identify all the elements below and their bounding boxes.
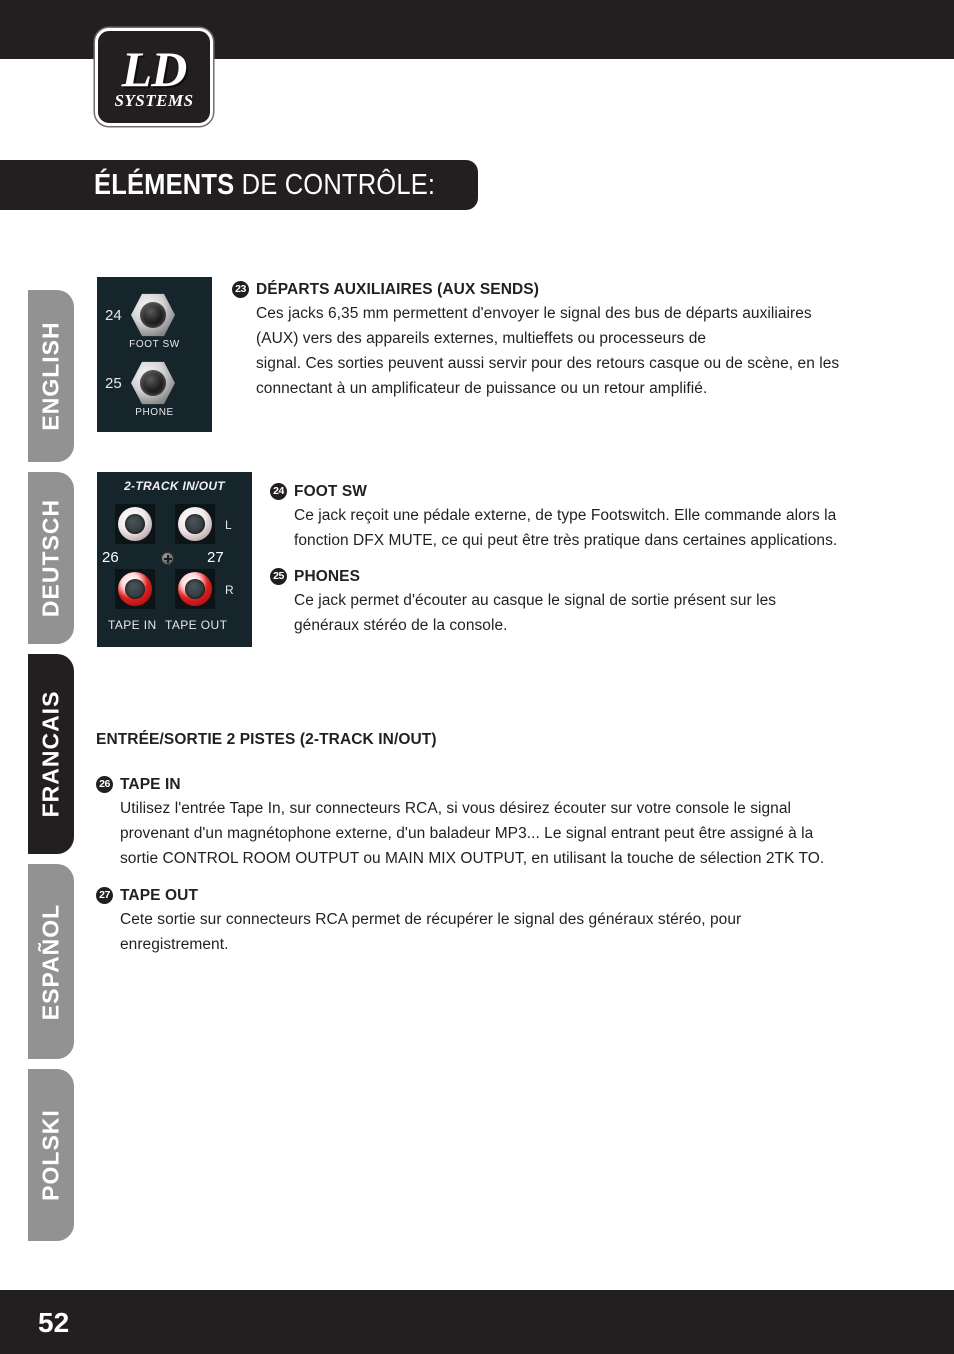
callout-badge: 26: [96, 776, 113, 793]
control-item-26: 26 TAPE IN Utilisez l'entrée Tape In, su…: [96, 774, 852, 871]
control-item-body: Utilisez l'entrée Tape In, sur connecteu…: [120, 800, 825, 867]
control-item-body: Ces jacks 6,35 mm permettent d'envoyer l…: [256, 305, 840, 397]
control-item-title: TAPE OUT: [120, 887, 199, 904]
control-item-23: 23 DÉPARTS AUXILIAIRES (AUX SENDS) Ces j…: [232, 279, 848, 401]
figure-rca-channel-r: R: [225, 583, 235, 597]
sidebar-item-label: POLSKI: [37, 1109, 64, 1201]
control-item-body: Ce jack permet d'écouter au casque le si…: [294, 592, 777, 634]
figure-rca-channel-l: L: [225, 518, 233, 532]
control-item-heading: 23 DÉPARTS AUXILIAIRES (AUX SENDS): [232, 279, 848, 300]
control-item-title: FOOT SW: [294, 483, 368, 500]
figure-callout-number: 26: [102, 549, 119, 566]
figure-jack-panel: 24 FOOT SW 25 PHONE: [97, 277, 212, 432]
language-tab-rail: ENGLISH DEUTSCH FRANCAIS ESPAÑOL POLSKI: [28, 290, 74, 1251]
figure-jack-row-footsw: 24: [105, 293, 175, 337]
page-title-bar: ÉLÉMENTS DE CONTRÔLE:: [0, 160, 478, 210]
control-item-title: PHONES: [294, 568, 361, 585]
figure-rca-panel: 2-TRACK IN/OUT L 26 27 R TAPE IN TAPE OU…: [97, 472, 252, 647]
footswitch-jack-icon: [131, 293, 175, 337]
sidebar-item-francais[interactable]: FRANCAIS: [28, 654, 74, 854]
control-item-heading: 25 PHONES: [270, 566, 842, 587]
section-heading-2track: ENTRÉE/SORTIE 2 PISTES (2-TRACK IN/OUT): [96, 731, 437, 748]
figure-callout-number: 27: [207, 549, 224, 566]
sidebar-item-english[interactable]: ENGLISH: [28, 290, 74, 462]
figure-callout-number: 25: [105, 374, 122, 392]
page-footer: 52: [0, 1290, 954, 1354]
page-title-light: DE CONTRÔLE:: [234, 169, 436, 201]
sidebar-item-polski[interactable]: POLSKI: [28, 1069, 74, 1241]
page-title-strong: ÉLÉMENTS: [94, 169, 235, 201]
rca-jack-tape-in-left-icon: [115, 504, 155, 544]
control-item-body: Cete sortie sur connecteurs RCA permet d…: [120, 911, 742, 953]
sidebar-item-label: DEUTSCH: [37, 498, 64, 618]
sidebar-item-label: ESPAÑOL: [37, 903, 64, 1020]
page-number: 52: [38, 1307, 70, 1338]
control-item-heading: 26 TAPE IN: [96, 774, 852, 795]
logo-systems-text: SYSTEMS: [114, 91, 194, 110]
figure-jack-row-phone: 25: [105, 361, 175, 405]
rca-jack-tape-in-right-icon: [115, 569, 155, 609]
ground-terminal-icon: [161, 552, 174, 565]
sidebar-item-espanol[interactable]: ESPAÑOL: [28, 864, 74, 1059]
sidebar-item-label: ENGLISH: [37, 321, 64, 431]
page-title: ÉLÉMENTS DE CONTRÔLE:: [94, 170, 435, 200]
control-item-heading: 24 FOOT SW: [270, 481, 840, 502]
figure-rca-label-tape-in: TAPE IN: [108, 618, 157, 632]
control-item-title: DÉPARTS AUXILIAIRES (AUX SENDS): [256, 281, 539, 298]
logo-ld-text: LD: [121, 41, 188, 97]
sidebar-item-label: FRANCAIS: [37, 690, 64, 818]
callout-badge: 24: [270, 483, 287, 500]
callout-badge: 27: [96, 887, 113, 904]
callout-badge: 25: [270, 568, 287, 585]
figure-rca-label-tape-out: TAPE OUT: [165, 618, 228, 632]
sidebar-item-deutsch[interactable]: DEUTSCH: [28, 472, 74, 644]
control-item-27: 27 TAPE OUT Cete sortie sur connecteurs …: [96, 885, 796, 957]
control-item-body: Ce jack reçoit une pédale externe, de ty…: [294, 507, 838, 549]
control-item-25: 25 PHONES Ce jack permet d'écouter au ca…: [270, 566, 842, 638]
figure-jack-caption-footsw: FOOT SW: [129, 339, 180, 350]
figure-rca-title: 2-TRACK IN/OUT: [124, 479, 225, 493]
ld-systems-logo: LD SYSTEMS: [95, 28, 213, 126]
control-item-title: TAPE IN: [120, 776, 181, 793]
figure-jack-caption-phone: PHONE: [135, 407, 174, 418]
control-item-24: 24 FOOT SW Ce jack reçoit une pédale ext…: [270, 481, 840, 553]
phone-jack-icon: [131, 361, 175, 405]
rca-jack-tape-out-right-icon: [175, 569, 215, 609]
figure-callout-number: 24: [105, 306, 122, 324]
control-item-heading: 27 TAPE OUT: [96, 885, 796, 906]
callout-badge: 23: [232, 281, 249, 298]
rca-jack-tape-out-left-icon: [175, 504, 215, 544]
